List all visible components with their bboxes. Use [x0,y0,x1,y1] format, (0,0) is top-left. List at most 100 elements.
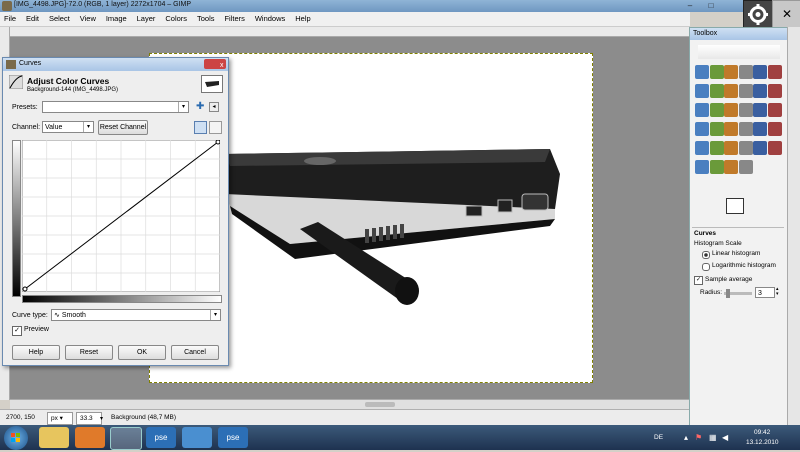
horizontal-ruler[interactable] [9,27,689,37]
menu-colors[interactable]: Colors [161,12,191,25]
rotate-tool-icon[interactable] [724,103,738,117]
free-select-tool-icon[interactable] [724,65,738,79]
cage-tool-icon[interactable] [709,122,724,136]
linear-histogram-icon[interactable] [194,121,207,134]
toolbox-titlebar[interactable]: Toolbox [690,28,787,40]
airbrush-tool-icon[interactable] [724,141,738,155]
menu-tools[interactable]: Tools [193,12,219,25]
radius-input[interactable]: 3 [755,287,775,298]
blend-tool-icon[interactable] [753,122,767,136]
close-icon: x [220,62,224,69]
pse-taskbar-icon-1[interactable]: pse [146,427,176,448]
linear-histogram-radio[interactable] [702,251,710,259]
menu-file[interactable]: File [0,12,20,25]
menu-layer[interactable]: Layer [133,12,160,25]
blur-tool-icon[interactable] [709,160,724,174]
window-titlebar[interactable]: [IMG_4498.JPG]-72.0 (RGB, 1 layer) 2272x… [0,0,800,12]
zoom-dropdown-icon[interactable]: ▾ [100,415,103,422]
maximize-button[interactable]: □ [701,0,721,11]
tray-arrow-icon[interactable]: ▴ [684,433,688,442]
crop-tool-icon[interactable] [709,103,724,117]
preset-menu-icon[interactable]: ◂ [209,102,219,112]
dialog-close-button[interactable]: x [204,59,226,69]
curves-dialog-title: Curves [19,60,42,67]
scroll-thumb[interactable] [365,402,395,407]
pse-taskbar-icon-2[interactable]: pse [218,427,248,448]
language-indicator[interactable]: DE [654,434,663,441]
ie-taskbar-icon[interactable] [182,427,212,448]
curves-dialog-titlebar[interactable]: Curves x [3,58,228,71]
channel-value: Value [45,124,63,131]
add-preset-icon[interactable]: ✚ [196,101,204,112]
clock-date[interactable]: 13.12.2010 [746,439,779,446]
network-icon[interactable]: ▦ [709,433,717,442]
close-window-button[interactable]: ✕ [772,0,800,29]
curve-type-combo[interactable]: ∿ Smooth ▾ [51,309,221,321]
menu-filters[interactable]: Filters [220,12,248,25]
menu-windows[interactable]: Windows [251,12,289,25]
fuzzy-select-tool-icon[interactable] [738,65,753,79]
paintbrush-tool-icon[interactable] [695,141,709,155]
shear-tool-icon[interactable] [753,103,767,117]
wilber-drop-area[interactable] [698,45,780,59]
explorer-taskbar-icon[interactable] [39,427,69,448]
radius-slider[interactable] [724,289,752,298]
foreground-select-tool-icon[interactable] [695,84,709,98]
heal-tool-icon[interactable] [767,141,782,155]
paths-tool-icon[interactable] [709,84,724,98]
bucket-fill-tool-icon[interactable] [738,122,753,136]
toolbox-scrollbar[interactable] [787,27,800,425]
scissors-select-tool-icon[interactable] [767,65,782,79]
reset-channel-button[interactable]: Reset Channel [98,120,148,135]
menu-view[interactable]: View [76,12,100,25]
ellipse-select-tool-icon[interactable] [709,65,724,79]
color-picker-tool-icon[interactable] [724,84,738,98]
start-button[interactable] [4,426,28,450]
text-tool-icon[interactable] [724,122,738,136]
minimize-button[interactable]: – [680,0,700,11]
gimp-taskbar-icon[interactable] [110,427,142,450]
ok-button[interactable]: OK [118,345,166,360]
reset-button[interactable]: Reset [65,345,113,360]
radius-slider-handle[interactable] [726,289,731,298]
log-histogram-icon[interactable] [209,121,222,134]
perspective-clone-tool-icon[interactable] [695,160,709,174]
volume-icon[interactable]: ◀ [722,433,728,442]
perspective-tool-icon[interactable] [767,103,782,117]
menu-help[interactable]: Help [291,12,314,25]
settings-button[interactable] [743,0,773,29]
help-button[interactable]: Help [12,345,60,360]
menu-edit[interactable]: Edit [22,12,43,25]
zoom-select[interactable]: 33.3 % [76,412,102,433]
foreground-color-swatch[interactable] [726,198,744,214]
align-tool-icon[interactable] [695,103,709,117]
cancel-button[interactable]: Cancel [171,345,219,360]
menu-select[interactable]: Select [45,12,74,25]
color-select-tool-icon[interactable] [753,65,767,79]
rect-select-tool-icon[interactable] [695,65,709,79]
action-center-icon[interactable]: ⚑ [695,433,702,442]
flip-tool-icon[interactable] [695,122,709,136]
presets-combo[interactable]: ▾ [42,101,189,113]
ink-tool-icon[interactable] [738,141,753,155]
clock-time[interactable]: 09:42 [754,429,770,436]
sample-average-checkbox[interactable]: ✓ [694,276,703,285]
curve-graph[interactable] [22,140,220,292]
menu-image[interactable]: Image [102,12,131,25]
measure-tool-icon[interactable] [753,84,767,98]
scale-tool-icon[interactable] [738,103,753,117]
smudge-tool-icon[interactable] [724,160,738,174]
log-histogram-radio[interactable] [702,263,710,271]
zoom-tool-icon[interactable] [738,84,753,98]
channel-label: Channel: [12,124,41,131]
eraser-tool-icon[interactable] [709,141,724,155]
move-tool-icon[interactable] [767,84,782,98]
dodge-burn-tool-icon[interactable] [738,160,753,174]
channel-combo[interactable]: Value ▾ [42,121,94,133]
unit-select[interactable]: px ▾ [47,412,73,425]
preview-checkbox[interactable]: ✓ [12,326,22,336]
radius-spinner-icon[interactable]: ▴ ▾ [776,287,779,297]
media-player-taskbar-icon[interactable] [75,427,105,448]
clone-tool-icon[interactable] [753,141,767,155]
pencil-tool-icon[interactable] [767,122,782,136]
